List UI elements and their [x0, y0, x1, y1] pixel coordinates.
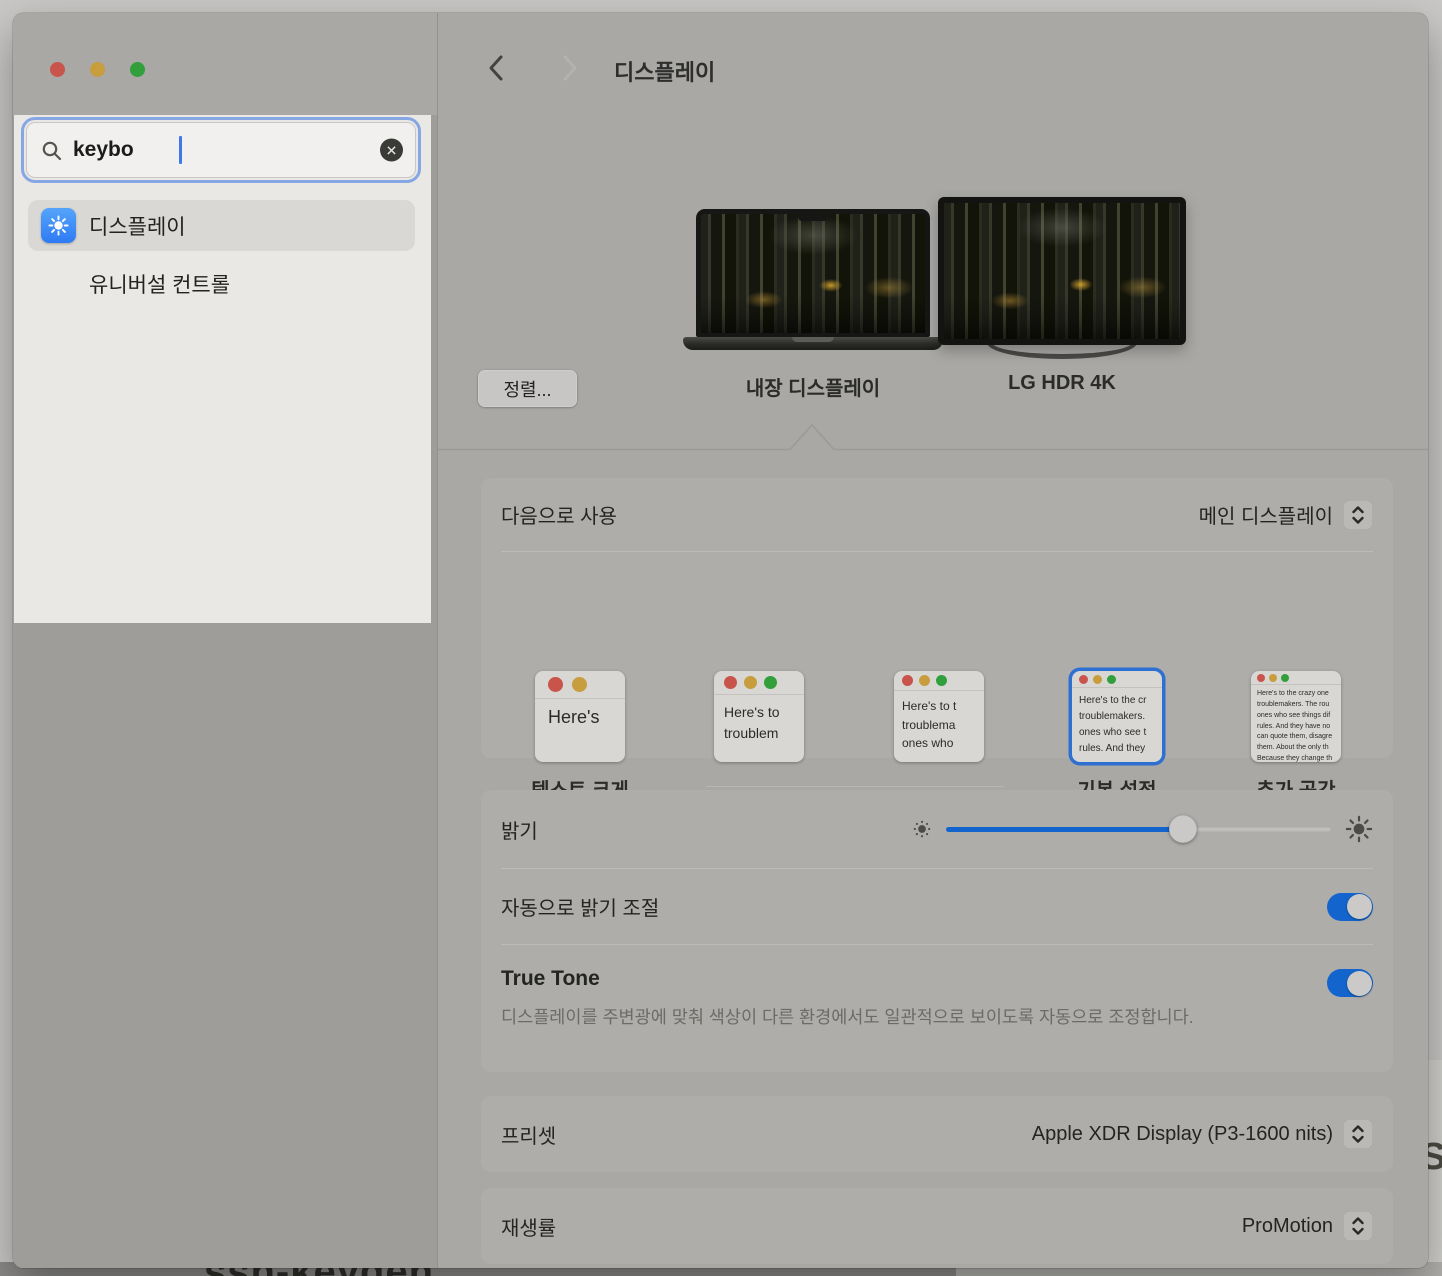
- back-button[interactable]: [482, 51, 516, 85]
- refresh-rate-row: 재생률 ProMotion: [501, 1188, 1373, 1264]
- close-button[interactable]: [50, 62, 65, 77]
- refresh-rate-value: ProMotion: [1242, 1215, 1333, 1238]
- scaling-option-default[interactable]: Here's to the cr troublemakers. ones who…: [1072, 671, 1162, 762]
- scaling-option-2[interactable]: Here's to troublem: [714, 671, 804, 762]
- minimize-button[interactable]: [90, 62, 105, 77]
- lg-hdr-4k-thumbnail[interactable]: [938, 197, 1186, 359]
- auto-brightness-label: 자동으로 밝기 조절: [501, 892, 659, 921]
- preset-card: 프리셋 Apple XDR Display (P3-1600 nits): [481, 1096, 1393, 1172]
- chevron-up-down-icon: [1343, 500, 1373, 530]
- true-tone-row: True Tone 디스플레이를 주변광에 맞춰 색상이 다른 환경에서도 일관…: [501, 945, 1373, 1072]
- search-input[interactable]: [73, 138, 323, 162]
- search-result-label: 디스플레이: [89, 211, 186, 241]
- clear-search-button[interactable]: ✕: [380, 139, 403, 162]
- use-as-row: 다음으로 사용 메인 디스플레이: [501, 478, 1373, 551]
- search-popover: ✕: [14, 115, 431, 623]
- refresh-rate-dropdown[interactable]: ProMotion: [1242, 1211, 1373, 1241]
- slider-knob[interactable]: [1169, 815, 1197, 843]
- true-tone-label: True Tone: [501, 967, 1231, 991]
- text-caret: [179, 136, 182, 164]
- use-as-value: 메인 디스플레이: [1199, 500, 1333, 529]
- auto-brightness-toggle[interactable]: [1327, 893, 1373, 921]
- brightness-label: 밝기: [501, 815, 538, 844]
- refresh-rate-card: 재생률 ProMotion: [481, 1188, 1393, 1264]
- resolution-card: 다음으로 사용 메인 디스플레이: [481, 478, 1393, 758]
- brightness-card: 밝기: [481, 790, 1393, 1072]
- brightness-slider[interactable]: [946, 815, 1331, 843]
- search-result-universal-control[interactable]: 유니버설 컨트롤: [28, 258, 415, 309]
- titlebar[interactable]: [13, 13, 437, 115]
- brightness-row: 밝기: [501, 790, 1373, 868]
- scaling-connector-line: [706, 786, 1004, 787]
- scaling-option-larger-text[interactable]: Here's 텍스트 크게: [535, 671, 625, 762]
- chevron-up-down-icon: [1343, 1119, 1373, 1149]
- refresh-rate-label: 재생률: [501, 1212, 556, 1241]
- search-icon: [41, 140, 63, 162]
- preset-value: Apple XDR Display (P3-1600 nits): [1032, 1123, 1333, 1146]
- toggle-knob: [1347, 894, 1372, 919]
- preset-row: 프리셋 Apple XDR Display (P3-1600 nits): [501, 1096, 1373, 1172]
- forward-button[interactable]: [554, 51, 588, 85]
- auto-brightness-row: 자동으로 밝기 조절: [501, 869, 1373, 944]
- scaling-option-3[interactable]: Here's to t troublema ones who: [894, 671, 984, 762]
- search-result-label: 유니버설 컨트롤: [89, 269, 230, 299]
- arrange-button[interactable]: 정렬...: [478, 370, 577, 407]
- chevron-up-down-icon: [1343, 1211, 1373, 1241]
- laptop-base: [683, 337, 943, 350]
- preset-dropdown[interactable]: Apple XDR Display (P3-1600 nits): [1032, 1119, 1373, 1149]
- brightness-low-icon: [912, 819, 932, 839]
- built-in-display-thumbnail[interactable]: [696, 209, 930, 350]
- desktop: S ssh-keygen: [0, 0, 1442, 1276]
- true-tone-description: 디스플레이를 주변광에 맞춰 색상이 다른 환경에서도 일관적으로 보이도록 자…: [501, 1003, 1231, 1031]
- brightness-high-icon: [1345, 815, 1373, 843]
- search-field[interactable]: ✕: [21, 117, 421, 183]
- notch: [798, 214, 828, 221]
- sidebar: ✕: [13, 13, 437, 1268]
- toggle-knob: [1347, 971, 1372, 996]
- zoom-button[interactable]: [130, 62, 145, 77]
- wallpaper-preview: [701, 214, 925, 333]
- built-in-display-label: 내장 디스플레이: [683, 372, 943, 401]
- system-settings-window: ✕: [13, 13, 1428, 1268]
- selected-display-caret-divider: [438, 421, 1428, 451]
- scaling-options: Here's 텍스트 크게 Here's to troublem: [481, 552, 1393, 758]
- slider-fill: [946, 827, 1183, 832]
- search-result-display[interactable]: 디스플레이: [28, 200, 415, 251]
- brightness-icon: [41, 208, 76, 243]
- scaling-option-more-space[interactable]: Here's to the crazy one troublemakers. T…: [1251, 671, 1341, 762]
- use-as-label: 다음으로 사용: [501, 500, 617, 529]
- preset-label: 프리셋: [501, 1120, 556, 1149]
- wallpaper-preview: [944, 203, 1180, 339]
- true-tone-toggle[interactable]: [1327, 969, 1373, 997]
- lg-display-label: LG HDR 4K: [938, 372, 1186, 395]
- use-as-dropdown[interactable]: 메인 디스플레이: [1199, 500, 1373, 530]
- page-title: 디스플레이: [614, 55, 715, 87]
- display-settings-pane: 디스플레이 내장 디스플레이 LG HDR 4K 정렬...: [437, 13, 1428, 1268]
